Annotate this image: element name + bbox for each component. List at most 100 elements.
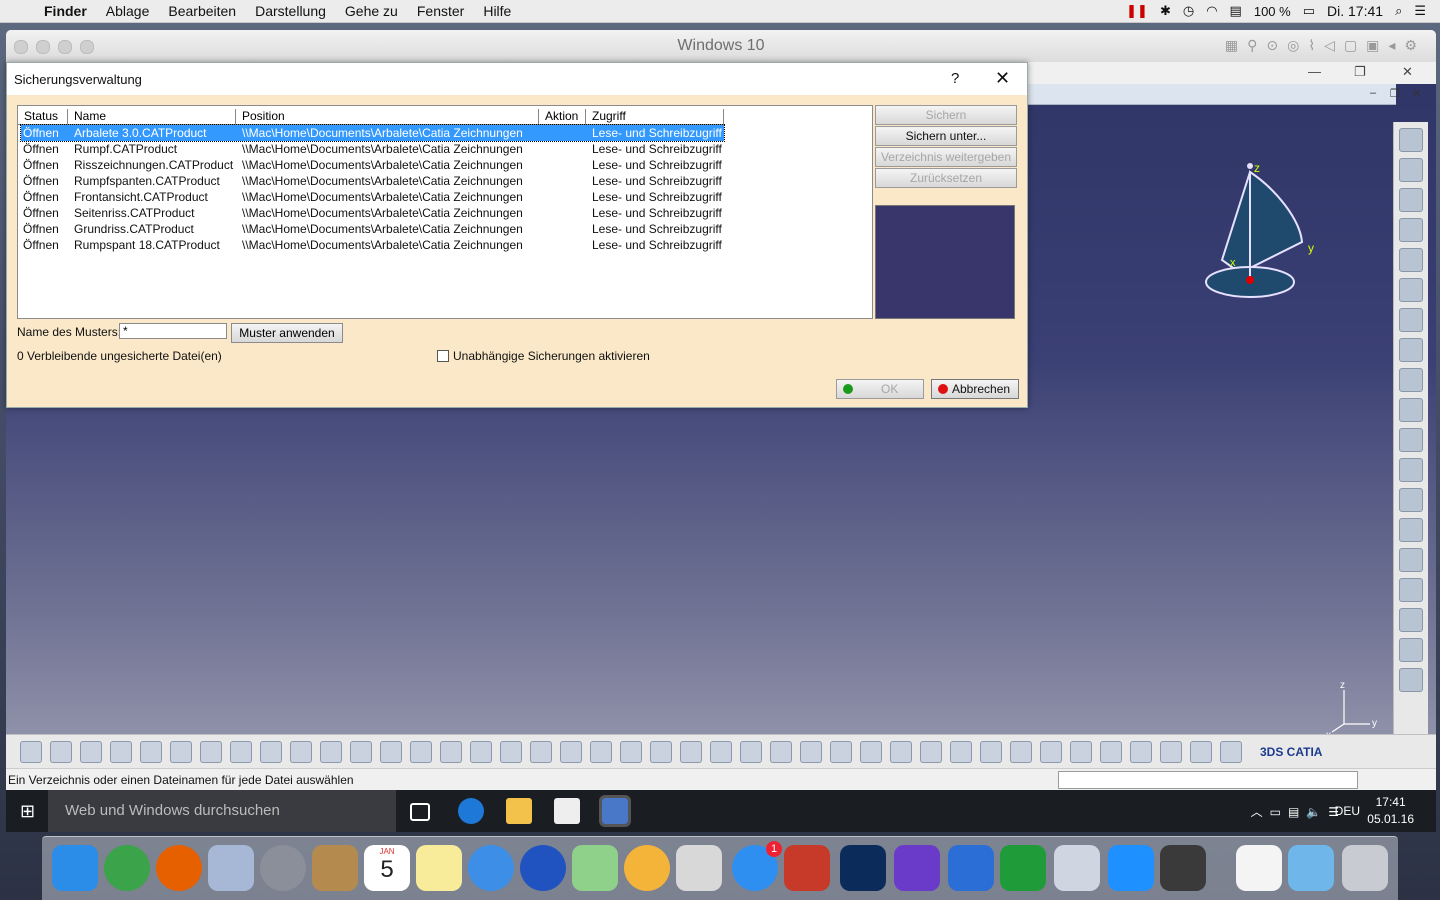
tool-icon[interactable] — [1399, 488, 1423, 512]
menu-ablage[interactable]: Ablage — [106, 3, 150, 19]
undo-icon[interactable] — [230, 740, 252, 763]
store-icon[interactable] — [554, 798, 580, 824]
catia-close-icon[interactable]: ✕ — [1402, 64, 1413, 80]
menu-darstellung[interactable]: Darstellung — [255, 3, 326, 19]
tool-icon[interactable] — [950, 740, 972, 763]
tool-icon[interactable] — [980, 740, 1002, 763]
explorer-icon[interactable] — [506, 798, 532, 824]
preview-icon[interactable] — [676, 845, 722, 891]
notification-center-icon[interactable]: ☰ — [1414, 3, 1426, 19]
table-row[interactable]: Öffnen Seitenriss.CATProduct \\Mac\Home\… — [21, 205, 724, 221]
tool-icon[interactable] — [1399, 308, 1423, 332]
tool-icon[interactable] — [470, 740, 492, 763]
table-row[interactable]: Öffnen Rumpf.CATProduct \\Mac\Home\Docum… — [21, 141, 724, 157]
cancel-button[interactable]: Abbrechen — [931, 379, 1019, 399]
table-row[interactable]: Öffnen Risszeichnungen.CATProduct \\Mac\… — [21, 157, 724, 173]
dialog-help-button[interactable]: ? — [951, 70, 959, 87]
ok-button[interactable]: OK — [836, 379, 924, 399]
swap-icon[interactable] — [860, 740, 882, 763]
tray-language[interactable]: DEU — [1335, 804, 1360, 818]
tool-icon[interactable] — [500, 740, 522, 763]
shading-icon[interactable] — [800, 740, 822, 763]
tool-icon[interactable] — [1399, 248, 1423, 272]
catia-minimize-icon[interactable]: — — [1308, 64, 1321, 79]
dialog-close-button[interactable]: ✕ — [995, 68, 1010, 89]
tool-icon[interactable] — [380, 740, 402, 763]
contacts-icon[interactable] — [312, 845, 358, 891]
imovie-icon[interactable] — [894, 845, 940, 891]
tree-icon[interactable] — [440, 740, 462, 763]
windows-icon[interactable] — [1108, 845, 1154, 891]
cut-icon[interactable] — [140, 740, 162, 763]
file-list[interactable]: Status Name Position Aktion Zugriff Öffn… — [17, 105, 873, 319]
catia-dock-icon[interactable] — [1160, 845, 1206, 891]
tray-icons[interactable]: ︿▭▤🔈☰ — [1251, 803, 1346, 820]
independent-saves-checkbox[interactable] — [437, 350, 449, 362]
trash-icon[interactable] — [1342, 845, 1388, 891]
folder-icon[interactable] — [1288, 845, 1334, 891]
photoshop-icon[interactable] — [840, 845, 886, 891]
print-icon[interactable] — [110, 740, 132, 763]
menu-bearbeiten[interactable]: Bearbeiten — [168, 3, 236, 19]
comment-icon[interactable] — [350, 740, 372, 763]
mail-icon[interactable] — [208, 845, 254, 891]
save-as-button[interactable]: Sichern unter... — [875, 126, 1017, 146]
tool-icon[interactable] — [1190, 740, 1212, 763]
table-row[interactable]: Öffnen Arbalete 3.0.CATProduct \\Mac\Hom… — [20, 124, 725, 142]
normal-view-icon[interactable] — [710, 740, 732, 763]
table-row[interactable]: Öffnen Frontansicht.CATProduct \\Mac\Hom… — [21, 189, 724, 205]
save-icon[interactable] — [80, 740, 102, 763]
measure-icon[interactable] — [1070, 740, 1092, 763]
parallels-icon[interactable]: ❚❚ — [1126, 3, 1148, 19]
tool-icon[interactable] — [1399, 548, 1423, 572]
windows-start-icon[interactable]: ⊞ — [20, 801, 35, 822]
tool-icon[interactable] — [1399, 578, 1423, 602]
table-row[interactable]: Öffnen Rumpspant 18.CATProduct \\Mac\Hom… — [21, 237, 724, 253]
notes-icon[interactable] — [416, 845, 462, 891]
tool-icon[interactable] — [890, 740, 912, 763]
tool-icon[interactable] — [1399, 518, 1423, 542]
redo-icon[interactable] — [260, 740, 282, 763]
word-icon[interactable] — [948, 845, 994, 891]
menu-hilfe[interactable]: Hilfe — [483, 3, 511, 19]
document-icon[interactable] — [1236, 845, 1282, 891]
tray-clock[interactable]: 17:41 05.01.16 — [1367, 795, 1414, 826]
tool-icon[interactable] — [1130, 740, 1152, 763]
launchpad-icon[interactable] — [260, 845, 306, 891]
inner-restore-icon[interactable]: ❐ — [1390, 87, 1400, 100]
tool-icon[interactable] — [1040, 740, 1062, 763]
paste-icon[interactable] — [200, 740, 222, 763]
reset-button[interactable]: Zurücksetzen — [875, 168, 1017, 188]
edge-icon[interactable] — [458, 798, 484, 824]
finder-icon[interactable] — [52, 845, 98, 891]
battery-percent[interactable]: 100 % — [1254, 4, 1291, 19]
apply-pattern-button[interactable]: Muster anwenden — [231, 323, 343, 343]
table-row[interactable]: Öffnen Rumpfspanten.CATProduct \\Mac\Hom… — [21, 173, 724, 189]
tool-icon[interactable] — [1399, 608, 1423, 632]
multi-view-icon[interactable] — [740, 740, 762, 763]
update-icon[interactable] — [1160, 740, 1182, 763]
time-machine-icon[interactable]: ◷ — [1183, 3, 1194, 19]
tool-icon[interactable] — [1399, 368, 1423, 392]
inner-close-icon[interactable]: ✕ — [1412, 87, 1421, 100]
rotate-icon[interactable] — [620, 740, 642, 763]
menu-finder[interactable]: Finder — [44, 3, 87, 19]
tool-icon[interactable] — [1220, 740, 1242, 763]
earth-icon[interactable] — [104, 845, 150, 891]
menu-fenster[interactable]: Fenster — [417, 3, 464, 19]
tool-icon[interactable] — [1399, 278, 1423, 302]
ccleaner-icon[interactable] — [784, 845, 830, 891]
grid-icon[interactable] — [410, 740, 432, 763]
table-row[interactable]: Öffnen Grundriss.CATProduct \\Mac\Home\D… — [21, 221, 724, 237]
menu-gehe-zu[interactable]: Gehe zu — [345, 3, 398, 19]
excel-icon[interactable] — [1000, 845, 1046, 891]
parallels-windows-icon[interactable] — [1054, 845, 1100, 891]
propagate-directory-button[interactable]: Verzeichnis weitergeben — [875, 147, 1017, 167]
tool-icon[interactable] — [1399, 158, 1423, 182]
tool-icon[interactable] — [1399, 398, 1423, 422]
tool-icon[interactable] — [1399, 668, 1423, 692]
spotlight-icon[interactable]: ⌕ — [1395, 3, 1402, 19]
bluetooth-icon[interactable]: ✱ — [1160, 3, 1171, 19]
photos-icon[interactable] — [624, 845, 670, 891]
new-icon[interactable] — [20, 740, 42, 763]
